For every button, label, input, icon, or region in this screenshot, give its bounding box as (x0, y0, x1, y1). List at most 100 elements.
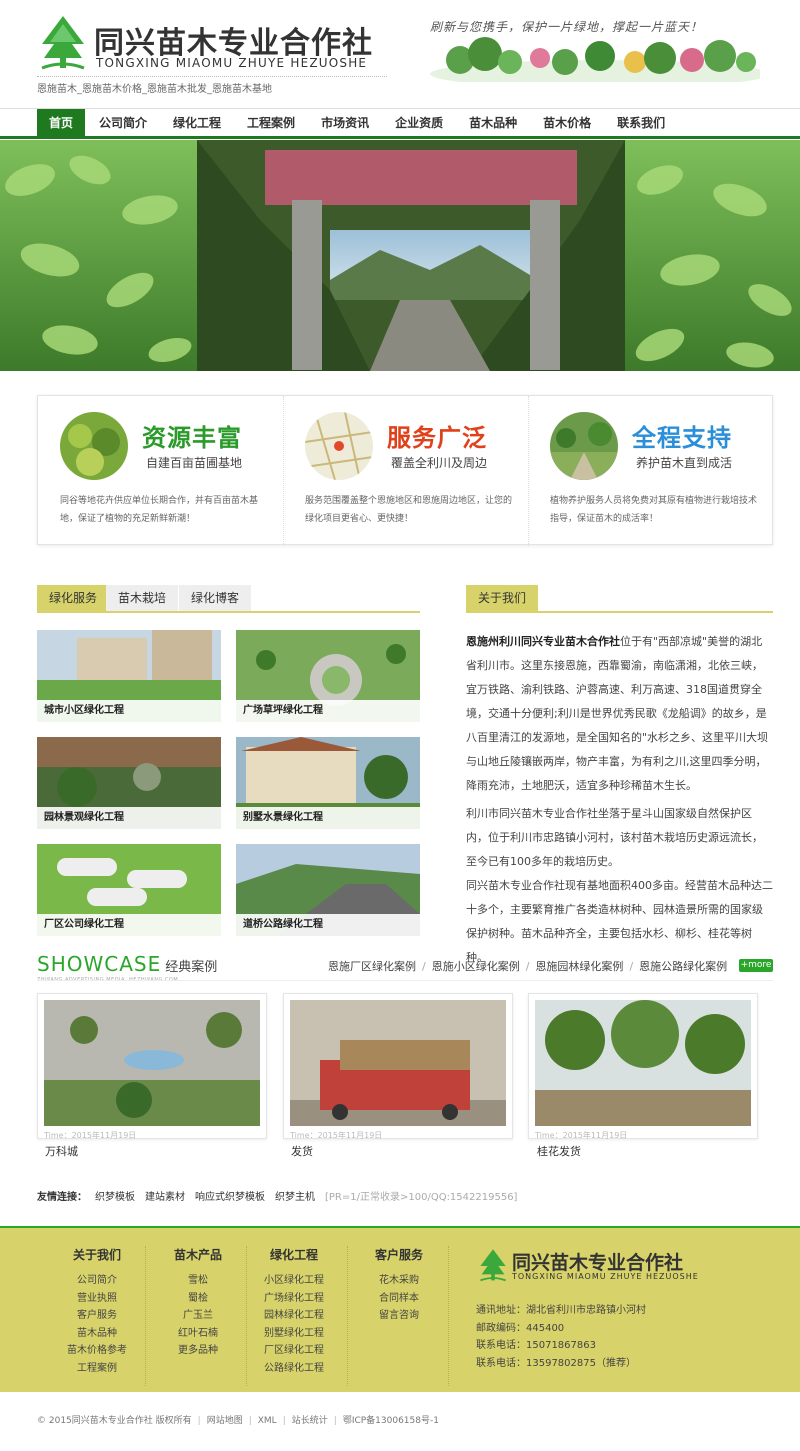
footer-link[interactable]: 广玉兰 (153, 1307, 243, 1325)
nursery-thumb (60, 412, 128, 480)
footer-link[interactable]: 工程案例 (52, 1360, 142, 1378)
case-title[interactable]: 桂花发货 (537, 1143, 581, 1159)
case-card[interactable]: Time：2015年11月19日 (283, 993, 513, 1140)
case-title[interactable]: 发货 (291, 1143, 313, 1159)
feature-support-desc: 植物养护服务人员将免费对其原有植物进行栽培技术指导，保证苗木的成活率！ (550, 496, 758, 524)
feature-support-image (550, 412, 618, 480)
footer-link[interactable]: 广场绿化工程 (249, 1290, 339, 1308)
feature-service[interactable]: 服务广泛 覆盖全利川及周边 服务范围覆盖整个恩施地区和恩施周边地区，让您的绿化项… (283, 396, 528, 546)
about-paragraph-3: 同兴苗木专业合作社现有基地面积400多亩。经营苗木品种达二十多个，主要繁育推广各… (466, 879, 773, 964)
nav-item-cases[interactable]: 工程案例 (235, 109, 307, 137)
footer-link[interactable]: 厂区绿化工程 (249, 1342, 339, 1360)
icp-link[interactable]: 鄂ICP备13006158号-1 (343, 1416, 439, 1426)
tab-seedling-cultivation[interactable]: 苗木栽培 (106, 585, 179, 611)
footer-link[interactable]: 苗木价格参考 (52, 1342, 142, 1360)
footer-phone: 联系电话：13597802875（推荐） (476, 1357, 636, 1369)
feature-resources[interactable]: 资源丰富 自建百亩苗圃基地 同谷等地花卉供应单位长期合作，并有百亩苗木基地，保证… (38, 396, 283, 546)
tab-about[interactable]: 关于我们 (466, 585, 539, 611)
feature-service-desc: 服务范围覆盖整个恩施地区和恩施周边地区，让您的绿化项目更省心、更快捷！ (305, 496, 513, 524)
case-time: Time：2015年11月19日 (44, 1131, 137, 1140)
tab-greening-blog[interactable]: 绿化博客 (179, 585, 252, 611)
project-caption: 厂区公司绿化工程 (37, 914, 221, 936)
feature-service-title: 服务广泛 (387, 424, 487, 452)
footer-link[interactable]: 红叶石楠 (153, 1325, 243, 1343)
nav-item-greening[interactable]: 绿化工程 (161, 109, 233, 137)
about-company-name[interactable]: 恩施州利川同兴专业苗木合作社 (466, 635, 620, 648)
footer-link[interactable]: 合同样本 (354, 1290, 444, 1308)
copyright-bar: © 2015同兴苗木专业合作社 版权所有 | 网站地图 | XML | 站长统计 | 鄂ICP备… (37, 1413, 439, 1426)
case-time: Time：2015年11月19日 (290, 1131, 383, 1140)
separator: | (197, 1416, 201, 1426)
showcase-link-community[interactable]: 恩施小区绿化案例 (432, 960, 520, 973)
friend-link[interactable]: 织梦模板 (95, 1192, 135, 1203)
friend-link[interactable]: 织梦主机 (275, 1192, 315, 1203)
nav-item-news[interactable]: 市场资讯 (309, 109, 381, 137)
footer-link[interactable]: 园林绿化工程 (249, 1307, 339, 1325)
footer-col-service: 客户服务 花木采购 合同样本 留言咨询 (354, 1246, 444, 1325)
friend-links: 友情连接： 织梦模板 建站素材 响应式织梦模板 织梦主机 [PR=1/正常收录>100/Q… (37, 1188, 527, 1203)
project-card-plaza[interactable]: 广场草坪绿化工程 (236, 630, 420, 722)
site-logo[interactable]: 同兴苗木专业合作社 TONGXING MIAOMU ZHUYE HEZUOSHE (38, 14, 393, 76)
footer-col-title[interactable]: 苗木产品 (153, 1246, 243, 1263)
nav-item-home[interactable]: 首页 (37, 109, 86, 137)
nav-item-contact[interactable]: 联系我们 (605, 109, 677, 137)
footer-logo-en: TONGXING MIAOMU ZHUYE HEZUOSHE (512, 1272, 699, 1281)
showcase-heading: SHOWCASE 经典案例 ZHIPANG ADVERTISING MEDIA. … (37, 952, 217, 983)
nav-item-about[interactable]: 公司简介 (87, 109, 159, 137)
nav-item-prices[interactable]: 苗木价格 (531, 109, 603, 137)
separator: / (422, 960, 426, 973)
footer-link[interactable]: 别墅绿化工程 (249, 1325, 339, 1343)
tree-logo-icon (41, 16, 85, 70)
footer-col-title[interactable]: 绿化工程 (249, 1246, 339, 1263)
sitemap-link[interactable]: 网站地图 (207, 1416, 243, 1426)
project-card-community[interactable]: 城市小区绿化工程 (37, 630, 221, 722)
footer-logo[interactable]: 同兴苗木专业合作社 TONGXING MIAOMU ZHUYE HEZUOSHE (478, 1248, 718, 1288)
separator: / (629, 960, 634, 973)
footer-col-title[interactable]: 客户服务 (354, 1246, 444, 1263)
header-divider (37, 76, 387, 77)
footer-col-title[interactable]: 关于我们 (52, 1246, 142, 1263)
footer-link[interactable]: 花木采购 (354, 1272, 444, 1290)
footer-link[interactable]: 雪松 (153, 1272, 243, 1290)
footer-link[interactable]: 蜀桧 (153, 1290, 243, 1308)
footer-link[interactable]: 公路绿化工程 (249, 1360, 339, 1378)
showcase-link-road[interactable]: 恩施公路绿化案例 (639, 960, 727, 973)
more-button[interactable]: +more (739, 959, 773, 972)
case-card[interactable]: Time：2015年11月19日 (37, 993, 267, 1140)
project-card-landscape[interactable]: 园林景观绿化工程 (37, 737, 221, 829)
friend-links-note: [PR=1/正常收录>100/QQ:1542219556] (325, 1192, 518, 1203)
footer-link[interactable]: 营业执照 (52, 1290, 142, 1308)
footer-link[interactable]: 客户服务 (52, 1307, 142, 1325)
hero-banner[interactable] (0, 140, 800, 371)
friend-link[interactable]: 响应式织梦模板 (195, 1192, 265, 1203)
stats-link[interactable]: 站长统计 (292, 1416, 328, 1426)
footer-link[interactable]: 公司简介 (52, 1272, 142, 1290)
friend-link[interactable]: 建站素材 (145, 1192, 185, 1203)
footer-link[interactable]: 小区绿化工程 (249, 1272, 339, 1290)
footer-link[interactable]: 苗木品种 (52, 1325, 142, 1343)
case-card[interactable]: Time：2015年11月19日 (528, 993, 758, 1140)
project-caption: 别墅水景绿化工程 (236, 807, 420, 829)
xml-link[interactable]: XML (258, 1416, 277, 1426)
showcase-link-factory[interactable]: 恩施厂区绿化案例 (328, 960, 416, 973)
footer-divider (347, 1246, 348, 1386)
footer-logo-cn: 同兴苗木专业合作社 (512, 1252, 684, 1274)
project-card-road[interactable]: 道桥公路绿化工程 (236, 844, 420, 936)
tab-greening-service[interactable]: 绿化服务 (37, 585, 110, 611)
feature-resources-image (60, 412, 128, 480)
feature-support[interactable]: 全程支持 养护苗木直到成活 植物养护服务人员将免费对其原有植物进行栽培技术指导，… (528, 396, 773, 546)
footer-link[interactable]: 留言咨询 (354, 1307, 444, 1325)
garden-thumb (550, 412, 618, 480)
footer-contact: 通讯地址：湖北省利川市忠路镇小河村 邮政编码：445400 联系电话：15071… (476, 1302, 646, 1372)
main-nav: 首页 公司简介 绿化工程 工程案例 市场资讯 企业资质 苗木品种 苗木价格 联系… (0, 108, 800, 139)
footer-link[interactable]: 更多品种 (153, 1342, 243, 1360)
footer-divider (145, 1246, 146, 1386)
case-title[interactable]: 万科城 (45, 1143, 78, 1159)
nav-item-qualification[interactable]: 企业资质 (383, 109, 455, 137)
footer-phone: 联系电话：15071867863 (476, 1340, 596, 1351)
project-card-villa[interactable]: 别墅水景绿化工程 (236, 737, 420, 829)
project-card-factory[interactable]: 厂区公司绿化工程 (37, 844, 221, 936)
nav-item-varieties[interactable]: 苗木品种 (457, 109, 529, 137)
showcase-link-garden[interactable]: 恩施园林绿化案例 (535, 960, 623, 973)
logo-text-en: TONGXING MIAOMU ZHUYE HEZUOSHE (96, 56, 368, 70)
